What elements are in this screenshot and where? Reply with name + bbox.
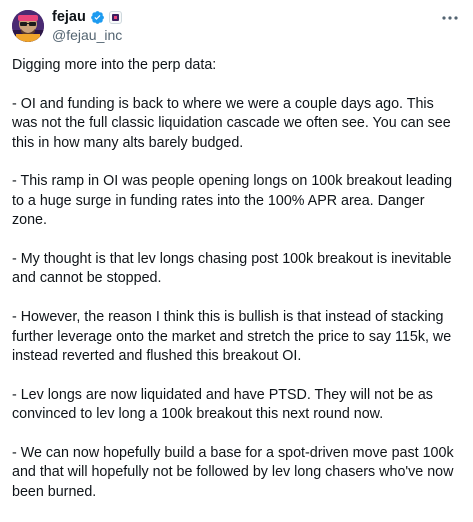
- tweet-paragraph: Digging more into the perp data:: [12, 57, 217, 73]
- tweet-paragraph: - However, the reason I think this is bu…: [12, 309, 452, 365]
- name-row: fejau: [52, 9, 122, 26]
- avatar[interactable]: [12, 10, 44, 42]
- verified-badge-icon[interactable]: [90, 10, 105, 25]
- tweet-paragraph: - My thought is that lev longs chasing p…: [12, 251, 452, 287]
- tweet-paragraph: - This ramp in OI was people opening lon…: [12, 173, 453, 229]
- avatar-image: [12, 10, 44, 42]
- tweet-paragraph: - Lev longs are now liquidated and have …: [12, 386, 433, 423]
- more-options-icon[interactable]: [439, 9, 461, 27]
- tweet-header: fejau @fejau_inc: [12, 9, 461, 43]
- tweet: fejau @fejau_inc Digging more into the p…: [0, 0, 473, 500]
- tweet-paragraph: - OI and funding is back to where we wer…: [12, 95, 451, 151]
- display-name[interactable]: fejau: [52, 9, 86, 26]
- tweet-body: Digging more into the perp data: - OI an…: [12, 56, 462, 522]
- tweet-paragraph: - We can now hopefully build a base for …: [12, 445, 454, 500]
- affiliate-badge-icon[interactable]: [108, 11, 122, 24]
- author-names: fejau @fejau_inc: [52, 9, 122, 44]
- author-handle[interactable]: @fejau_inc: [52, 27, 122, 44]
